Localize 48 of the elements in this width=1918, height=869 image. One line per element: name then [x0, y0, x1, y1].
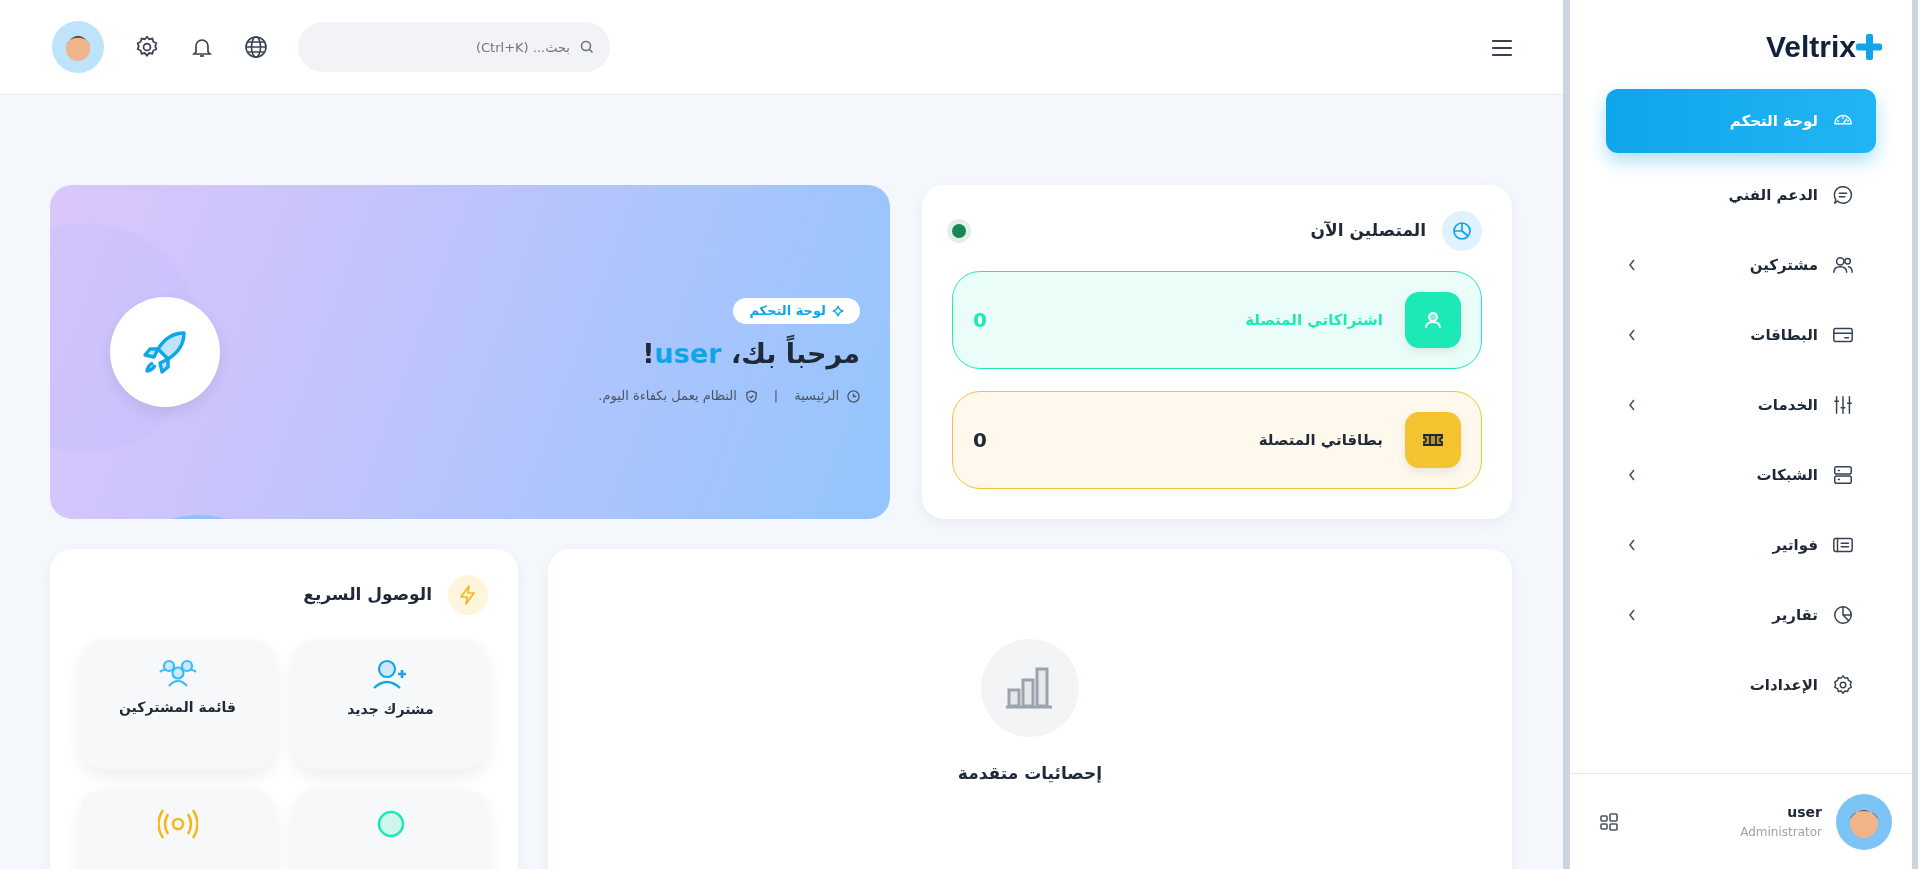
- status-text: النظام يعمل بكفاءة اليوم.: [598, 387, 737, 406]
- sidebar-item[interactable]: البطاقات: [1606, 307, 1876, 363]
- separator: |: [772, 387, 780, 406]
- user-name: user: [1786, 803, 1822, 822]
- windows-icon[interactable]: [1600, 812, 1618, 831]
- sidebar-item[interactable]: مشتركين: [1606, 237, 1876, 293]
- server-icon: [1832, 464, 1854, 486]
- card-title: المتصلين الآن: [1310, 219, 1426, 243]
- quick-access-tile[interactable]: قائمة المشتركين: [80, 639, 275, 769]
- chevron-icon: [1628, 539, 1636, 552]
- quick-access-tile[interactable]: مشترك جديد: [293, 639, 488, 769]
- sidebar-item[interactable]: الشبكات: [1606, 447, 1876, 503]
- breadcrumb-link[interactable]: الرئيسية: [794, 386, 839, 406]
- logo-text: Veltrix: [1765, 29, 1856, 65]
- chevron-icon: [1628, 329, 1636, 342]
- card-title: إحصائيات متقدمة: [957, 762, 1103, 785]
- chevron-icon: [1628, 609, 1636, 622]
- sidebar-item[interactable]: الإعدادات: [1606, 657, 1876, 713]
- chat-icon: [1832, 184, 1854, 206]
- chevron-icon: [1628, 469, 1636, 482]
- card-title: الوصول السريع: [303, 583, 432, 607]
- shield-icon: [744, 389, 758, 403]
- globe-icon[interactable]: [244, 35, 268, 59]
- metric-label: بطاقاتي المتصلة: [1258, 429, 1383, 451]
- sidebar-item[interactable]: تقارير: [1606, 587, 1876, 643]
- sliders-icon: [1832, 394, 1854, 416]
- pie-chart-icon: [1442, 211, 1482, 251]
- page-badge: لوحة التحكم: [733, 298, 860, 324]
- metric-value: 0: [973, 427, 987, 454]
- users-icon: [158, 659, 197, 687]
- lightning-icon: [448, 575, 488, 615]
- sidebar-item[interactable]: الدعم الفني: [1606, 167, 1876, 223]
- clock-icon: [847, 389, 860, 403]
- chevron-icon: [1628, 399, 1636, 412]
- search-icon: [580, 40, 594, 54]
- broadcast-icon: [157, 809, 198, 839]
- search-field[interactable]: بحث... (Ctrl+K): [298, 22, 610, 72]
- sidebar-item[interactable]: الخدمات: [1606, 377, 1876, 433]
- chevron-icon: [1628, 259, 1636, 272]
- metric-value: 0: [973, 307, 987, 334]
- metric-label: اشتراكاتي المتصلة: [1245, 309, 1383, 331]
- sparkle-icon: [832, 305, 844, 317]
- sidebar-item[interactable]: فواتير: [1606, 517, 1876, 573]
- settings-icon: [1832, 674, 1854, 696]
- users-icon: [1832, 254, 1854, 276]
- user-role: Administrator: [1740, 824, 1822, 841]
- plus-icon: [1856, 33, 1882, 60]
- pie-chart-icon: [1832, 604, 1854, 626]
